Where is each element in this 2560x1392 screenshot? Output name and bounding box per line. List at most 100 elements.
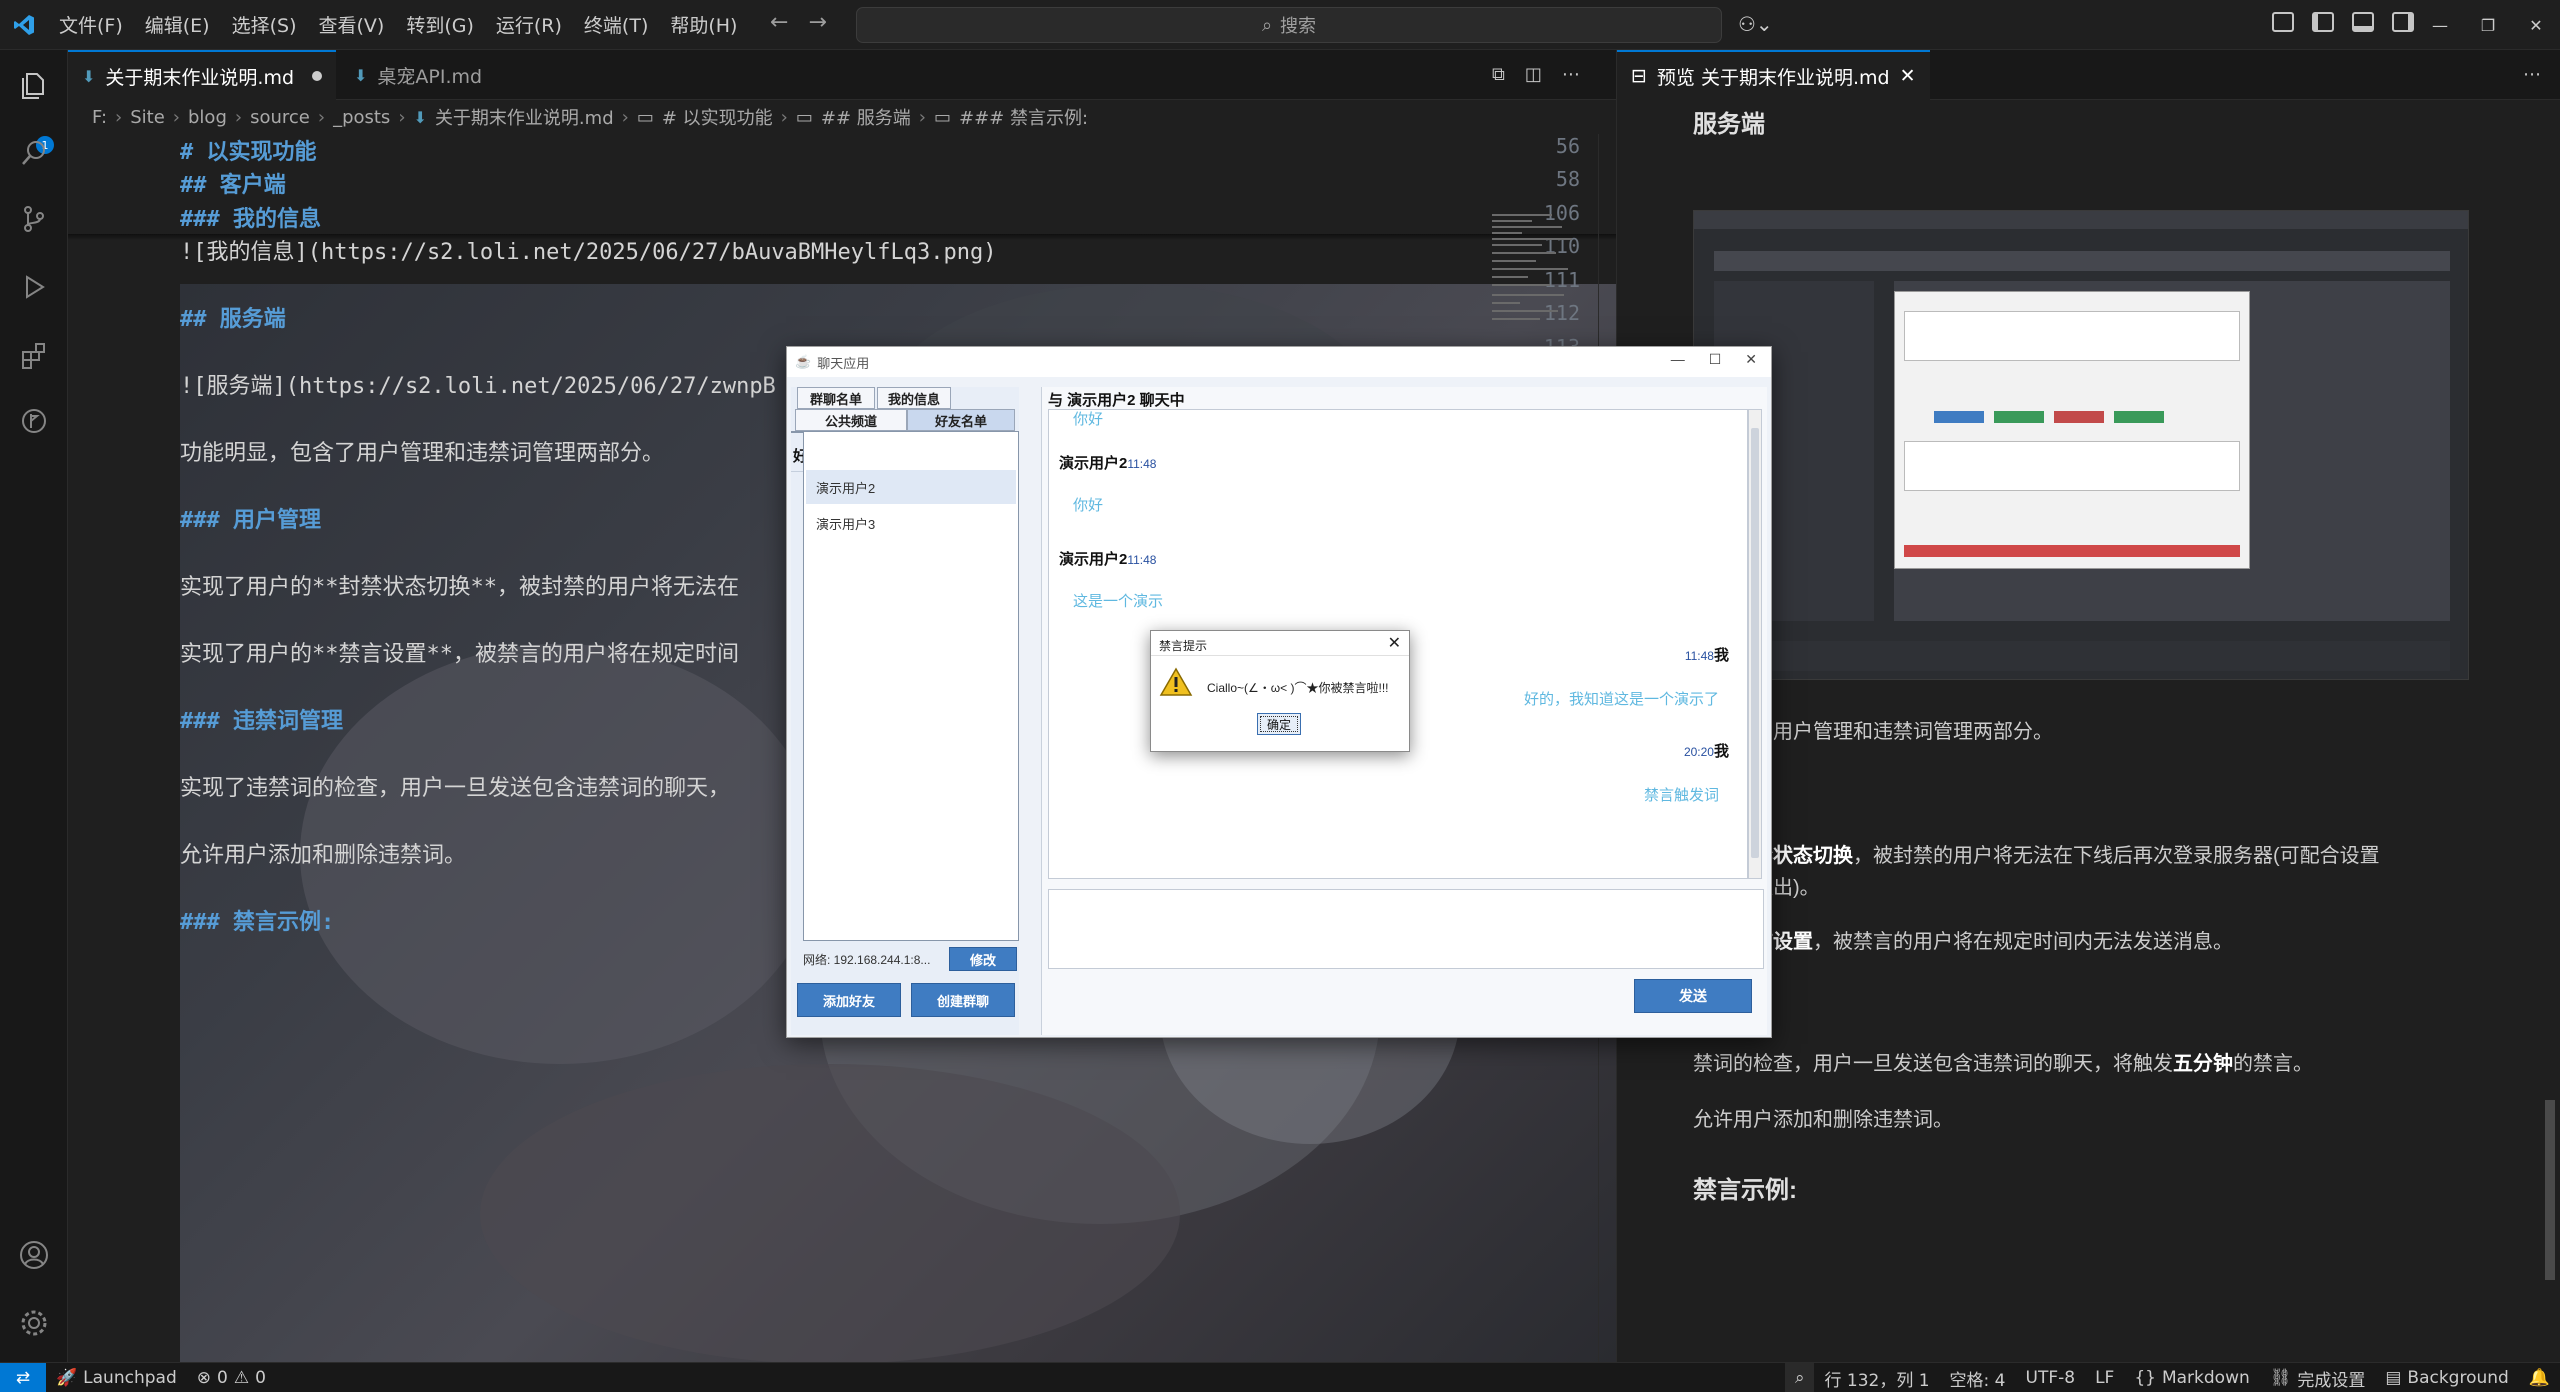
end-of-line[interactable]: LF xyxy=(2085,1368,2124,1388)
menu-terminal[interactable]: 终端(T) xyxy=(573,5,659,44)
encoding[interactable]: UTF-8 xyxy=(2016,1368,2086,1388)
explorer-icon[interactable] xyxy=(17,68,51,102)
zoom-icon[interactable]: ⌕ xyxy=(1784,1363,1815,1392)
timeline-icon[interactable] xyxy=(17,404,51,438)
launchpad-item[interactable]: 🚀 Launchpad xyxy=(46,1368,187,1388)
notifications-bell-icon[interactable]: 🔔 xyxy=(2519,1368,2560,1388)
close-icon[interactable]: ✕ xyxy=(1900,65,1916,87)
search-view-icon[interactable] xyxy=(17,136,51,170)
customize-layout-icon[interactable] xyxy=(2272,12,2294,32)
send-button[interactable]: 发送 xyxy=(1634,979,1752,1013)
code-line[interactable]: 允许用户添加和删除违禁词。 xyxy=(180,837,466,869)
code-line[interactable]: ![我的信息](https://s2.loli.net/2025/06/27/b… xyxy=(180,234,996,266)
open-preview-icon[interactable]: ⧉ xyxy=(1492,64,1505,85)
breadcrumb-source[interactable]: source xyxy=(250,107,310,128)
chat-titlebar[interactable]: ☕ 聊天应用 — ☐ ✕ xyxy=(787,347,1771,377)
back-arrow-icon[interactable]: ← xyxy=(770,10,788,35)
sticky-heading[interactable]: # 以实现功能 xyxy=(180,134,317,166)
more-actions-icon[interactable]: ⋯ xyxy=(1562,64,1580,85)
menu-help[interactable]: 帮助(H) xyxy=(659,5,748,44)
split-editor-icon[interactable]: ◫ xyxy=(1525,64,1542,85)
message-text-self: 好的，我知道这是一个演示了 xyxy=(1523,691,1719,708)
sticky-heading[interactable]: ## 客户端 xyxy=(180,167,286,199)
code-line[interactable]: ### 违禁词管理 xyxy=(180,703,343,735)
menu-run[interactable]: 运行(R) xyxy=(485,5,573,44)
code-line[interactable]: 实现了违禁词的检查，用户一旦发送包含违禁词的聊天， xyxy=(180,770,730,802)
breadcrumb-h1[interactable]: # 以实现功能 xyxy=(662,104,773,130)
toggle-primary-sidebar-icon[interactable] xyxy=(2312,12,2334,32)
tab-my-info[interactable]: 我的信息 xyxy=(877,387,951,409)
breadcrumb-posts[interactable]: _posts xyxy=(333,107,390,128)
menu-selection[interactable]: 选择(S) xyxy=(221,5,308,44)
toggle-panel-icon[interactable] xyxy=(2352,12,2374,32)
sticky-heading[interactable]: ### 我的信息 xyxy=(180,201,321,233)
code-line[interactable]: ![服务端](https://s2.loli.net/2025/06/27/zw… xyxy=(180,368,776,400)
breadcrumb-h2[interactable]: ## 服务端 xyxy=(821,104,911,130)
tab-about-final[interactable]: ⬇ 关于期末作业说明.md xyxy=(68,50,337,100)
list-item[interactable]: 演示用户3 xyxy=(806,506,1016,540)
nav-arrows: ← → xyxy=(770,10,827,35)
tab-public-channel[interactable]: 公共频道 xyxy=(795,409,907,431)
indentation[interactable]: 空格: 4 xyxy=(1940,1366,2016,1391)
minimize-icon[interactable]: — xyxy=(2416,0,2464,50)
tab-group-list[interactable]: 群聊名单 xyxy=(797,387,875,409)
friend-list[interactable]: 演示用户2 演示用户3 xyxy=(803,431,1019,941)
code-line[interactable]: 实现了用户的**禁言设置**，被禁言的用户将在规定时间 xyxy=(180,636,739,668)
preview-scrollbar-thumb[interactable] xyxy=(2545,1100,2555,1280)
error-count: 0 xyxy=(216,1367,228,1388)
code-line[interactable]: ### 用户管理 xyxy=(180,502,321,534)
code-line[interactable]: 实现了用户的**封禁状态切换**，被封禁的用户将无法在 xyxy=(180,569,739,601)
breadcrumb: F: › Site › blog › source › _posts › ⬇ 关于期末作业… xyxy=(68,100,1616,134)
copilot-icon[interactable]: ⚇⌄ xyxy=(1738,12,1773,36)
scrollbar-thumb[interactable] xyxy=(1751,428,1759,858)
breadcrumb-file[interactable]: 关于期末作业说明.md xyxy=(435,104,614,130)
complete-setup[interactable]: ⛓ 完成设置 xyxy=(2260,1366,2376,1391)
code-line[interactable]: ## 服务端 xyxy=(180,301,286,333)
settings-gear-icon[interactable] xyxy=(17,1306,51,1340)
tab-desktop-pet-api[interactable]: ⬇ 桌宠API.md xyxy=(340,50,496,100)
more-actions-icon[interactable]: ⋯ xyxy=(2523,64,2541,85)
close-icon[interactable]: ✕ xyxy=(1745,351,1757,368)
network-label: 网络: 192.168.244.1:8... xyxy=(803,953,931,967)
maximize-icon[interactable]: ☐ xyxy=(1709,351,1722,368)
unsaved-dot-icon[interactable] xyxy=(312,71,323,81)
breadcrumb-blog[interactable]: blog xyxy=(188,107,227,128)
extensions-icon[interactable] xyxy=(17,338,51,372)
breadcrumb-drive[interactable]: F: xyxy=(92,107,107,128)
restore-icon[interactable]: ❐ xyxy=(2464,0,2512,50)
language-mode[interactable]: {} Markdown xyxy=(2124,1368,2259,1388)
close-icon[interactable]: ✕ xyxy=(1388,633,1401,653)
menu-edit[interactable]: 编辑(E) xyxy=(134,5,221,44)
tab-friend-list[interactable]: 好友名单 xyxy=(907,409,1015,431)
background-extension[interactable]: ▤ Background xyxy=(2375,1368,2518,1388)
rocket-icon: 🚀 xyxy=(56,1367,78,1388)
code-line[interactable]: 功能明显，包含了用户管理和违禁词管理两部分。 xyxy=(180,435,664,467)
message-input[interactable] xyxy=(1048,889,1764,969)
run-debug-icon[interactable] xyxy=(17,270,51,304)
minimize-icon[interactable]: — xyxy=(1671,351,1685,368)
list-item[interactable]: 演示用户2 xyxy=(806,470,1016,504)
menu-go[interactable]: 转到(G) xyxy=(395,5,485,44)
remote-indicator-icon[interactable]: ⇄ xyxy=(0,1362,46,1392)
tab-preview[interactable]: ⊟ 预览 关于期末作业说明.md ✕ xyxy=(1617,50,1930,100)
menu-file[interactable]: 文件(F) xyxy=(48,5,134,44)
cursor-position[interactable]: 行 132，列 1 xyxy=(1814,1366,1939,1391)
create-group-button[interactable]: 创建群聊 xyxy=(911,983,1015,1017)
menu-view[interactable]: 查看(V) xyxy=(308,5,396,44)
message-scrollbar[interactable] xyxy=(1748,409,1762,879)
close-icon[interactable]: ✕ xyxy=(2512,0,2560,50)
message-sender-self: 20:20我 xyxy=(1683,743,1729,760)
code-line[interactable]: ### 禁言示例: xyxy=(180,904,334,936)
source-control-icon[interactable] xyxy=(17,202,51,236)
command-center-search[interactable]: ⌕ 搜索 xyxy=(856,7,1722,43)
breadcrumb-h3[interactable]: ### 禁言示例: xyxy=(959,104,1088,130)
toggle-secondary-sidebar-icon[interactable] xyxy=(2392,12,2414,32)
account-icon[interactable] xyxy=(17,1238,51,1272)
markdown-file-icon: ⬇ xyxy=(413,107,427,127)
ok-button[interactable]: 确定 xyxy=(1257,713,1301,735)
forward-arrow-icon[interactable]: → xyxy=(808,10,826,35)
problems-item[interactable]: ⊗ 0 ⚠ 0 xyxy=(187,1368,276,1388)
add-friend-button[interactable]: 添加好友 xyxy=(797,983,901,1017)
breadcrumb-site[interactable]: Site xyxy=(130,107,165,128)
edit-network-button[interactable]: 修改 xyxy=(949,947,1017,971)
